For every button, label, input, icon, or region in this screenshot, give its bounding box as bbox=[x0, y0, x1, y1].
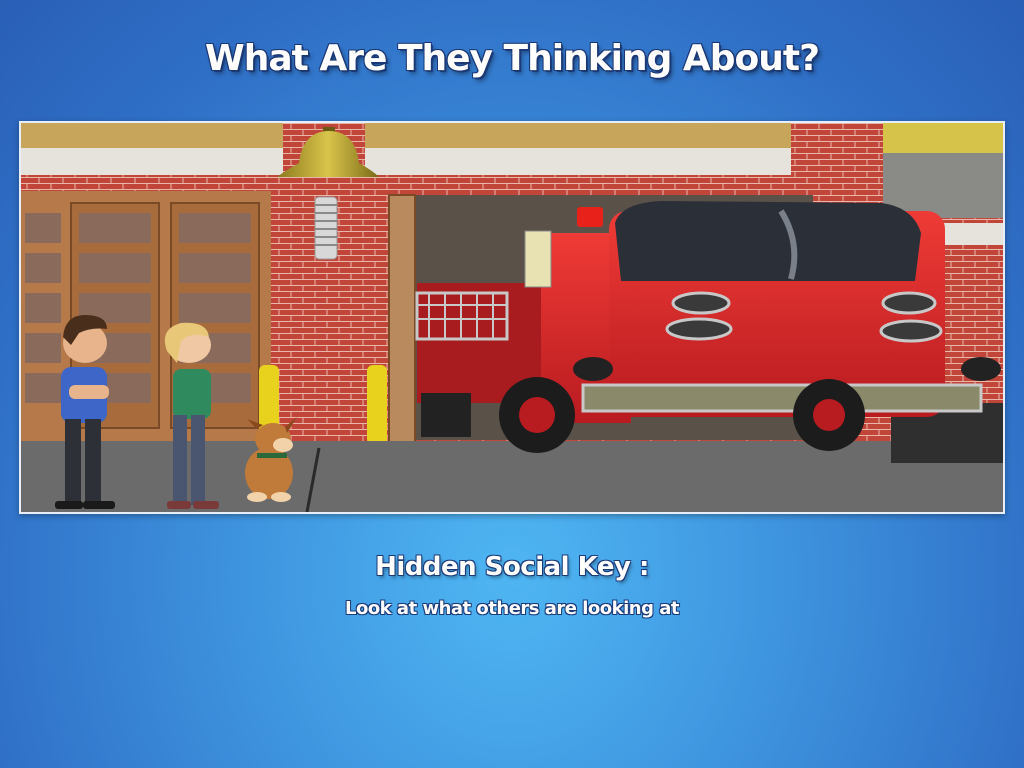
scene-illustration bbox=[19, 121, 1005, 514]
hidden-social-key-label: Hidden Social Key : bbox=[375, 552, 649, 582]
wooden-door bbox=[21, 191, 271, 441]
hidden-social-key-text: Look at what others are looking at bbox=[344, 598, 680, 619]
page-title: What Are They Thinking About? bbox=[205, 38, 820, 79]
